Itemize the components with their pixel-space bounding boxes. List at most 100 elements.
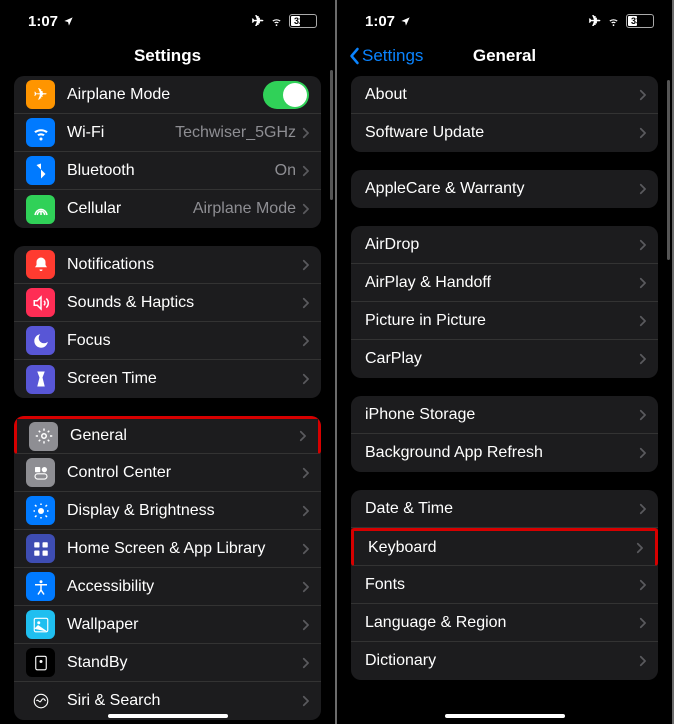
row-label: Background App Refresh (365, 444, 639, 462)
row-label: Fonts (365, 576, 639, 594)
home-indicator (445, 714, 565, 718)
battery-icon: 32 (289, 14, 317, 28)
airplane-icon: ✈︎ (251, 12, 264, 30)
general-row-language[interactable]: Language & Region (351, 604, 658, 642)
row-label: Dictionary (365, 652, 639, 670)
general-row-airplay[interactable]: AirPlay & Handoff (351, 264, 658, 302)
nav-header: Settings (0, 36, 335, 76)
row-label: Picture in Picture (365, 312, 639, 330)
general-row-dictionary[interactable]: Dictionary (351, 642, 658, 680)
accessibility-icon (26, 572, 55, 601)
chevron-right-icon (639, 127, 646, 139)
row-value: On (275, 162, 296, 180)
general-row-keyboard[interactable]: Keyboard (351, 528, 658, 566)
nav-header: Settings General (337, 36, 672, 76)
row-label: AirDrop (365, 236, 639, 254)
home-icon (26, 534, 55, 563)
row-label: Airplane Mode (67, 86, 263, 104)
row-label: Sounds & Haptics (67, 294, 302, 312)
scrollbar[interactable] (330, 70, 333, 200)
siri-icon (26, 687, 55, 716)
display-icon (26, 496, 55, 525)
row-label: Bluetooth (67, 162, 275, 180)
general-row-storage[interactable]: iPhone Storage (351, 396, 658, 434)
row-label: Cellular (67, 200, 193, 218)
row-label: About (365, 86, 639, 104)
settings-row-display[interactable]: Display & Brightness (14, 492, 321, 530)
general-row-airdrop[interactable]: AirDrop (351, 226, 658, 264)
row-label: AppleCare & Warranty (365, 180, 639, 198)
scrollbar[interactable] (667, 80, 670, 260)
screentime-icon (26, 365, 55, 394)
settings-row-sounds[interactable]: Sounds & Haptics (14, 284, 321, 322)
toggle-switch[interactable] (263, 81, 309, 109)
settings-row-general[interactable]: General (14, 416, 321, 454)
chevron-right-icon (639, 239, 646, 251)
chevron-right-icon (302, 657, 309, 669)
settings-row-wifi[interactable]: Wi-FiTechwiser_5GHz (14, 114, 321, 152)
row-value: Airplane Mode (193, 200, 296, 218)
chevron-right-icon (639, 447, 646, 459)
general-row-applecare[interactable]: AppleCare & Warranty (351, 170, 658, 208)
chevron-right-icon (639, 89, 646, 101)
wifi-icon (606, 16, 621, 27)
general-row-about[interactable]: About (351, 76, 658, 114)
chevron-right-icon (302, 165, 309, 177)
general-row-pip[interactable]: Picture in Picture (351, 302, 658, 340)
chevron-right-icon (302, 297, 309, 309)
general-row-carplay[interactable]: CarPlay (351, 340, 658, 378)
row-label: Display & Brightness (67, 502, 302, 520)
notifications-icon (26, 250, 55, 279)
settings-row-standby[interactable]: StandBy (14, 644, 321, 682)
chevron-right-icon (639, 617, 646, 629)
chevron-right-icon (299, 430, 306, 442)
chevron-right-icon (302, 203, 309, 215)
wifi-icon (269, 16, 284, 27)
chevron-right-icon (639, 579, 646, 591)
row-label: General (70, 427, 299, 445)
row-label: Focus (67, 332, 302, 350)
general-row-update[interactable]: Software Update (351, 114, 658, 152)
settings-row-accessibility[interactable]: Accessibility (14, 568, 321, 606)
sounds-icon (26, 288, 55, 317)
row-label: Software Update (365, 124, 639, 142)
row-value: Techwiser_5GHz (175, 124, 296, 142)
general-row-bgrefresh[interactable]: Background App Refresh (351, 434, 658, 472)
chevron-right-icon (302, 695, 309, 707)
focus-icon (26, 326, 55, 355)
airplane-icon: ✈︎ (26, 80, 55, 109)
settings-row-home[interactable]: Home Screen & App Library (14, 530, 321, 568)
chevron-right-icon (302, 619, 309, 631)
settings-row-bluetooth[interactable]: BluetoothOn (14, 152, 321, 190)
location-icon (400, 16, 411, 27)
chevron-right-icon (639, 353, 646, 365)
settings-row-notifications[interactable]: Notifications (14, 246, 321, 284)
general-row-datetime[interactable]: Date & Time (351, 490, 658, 528)
chevron-right-icon (639, 409, 646, 421)
settings-row-focus[interactable]: Focus (14, 322, 321, 360)
chevron-right-icon (636, 542, 643, 554)
row-label: Wallpaper (67, 616, 302, 634)
chevron-right-icon (302, 505, 309, 517)
settings-row-cellular[interactable]: CellularAirplane Mode (14, 190, 321, 228)
home-indicator (108, 714, 228, 718)
settings-row-screentime[interactable]: Screen Time (14, 360, 321, 398)
row-label: Language & Region (365, 614, 639, 632)
control-icon (26, 458, 55, 487)
settings-row-control[interactable]: Control Center (14, 454, 321, 492)
settings-row-airplane[interactable]: ✈︎ Airplane Mode (14, 76, 321, 114)
chevron-left-icon (349, 47, 360, 65)
cellular-icon (26, 195, 55, 224)
row-label: Keyboard (368, 539, 636, 557)
row-label: Control Center (67, 464, 302, 482)
chevron-right-icon (302, 581, 309, 593)
airplane-icon: ✈︎ (588, 12, 601, 30)
wallpaper-icon (26, 610, 55, 639)
chevron-right-icon (639, 315, 646, 327)
general-row-fonts[interactable]: Fonts (351, 566, 658, 604)
back-button[interactable]: Settings (349, 46, 423, 66)
chevron-right-icon (639, 277, 646, 289)
status-bar: 1:07 ✈︎ 33 (337, 0, 672, 36)
settings-row-wallpaper[interactable]: Wallpaper (14, 606, 321, 644)
row-label: Screen Time (67, 370, 302, 388)
